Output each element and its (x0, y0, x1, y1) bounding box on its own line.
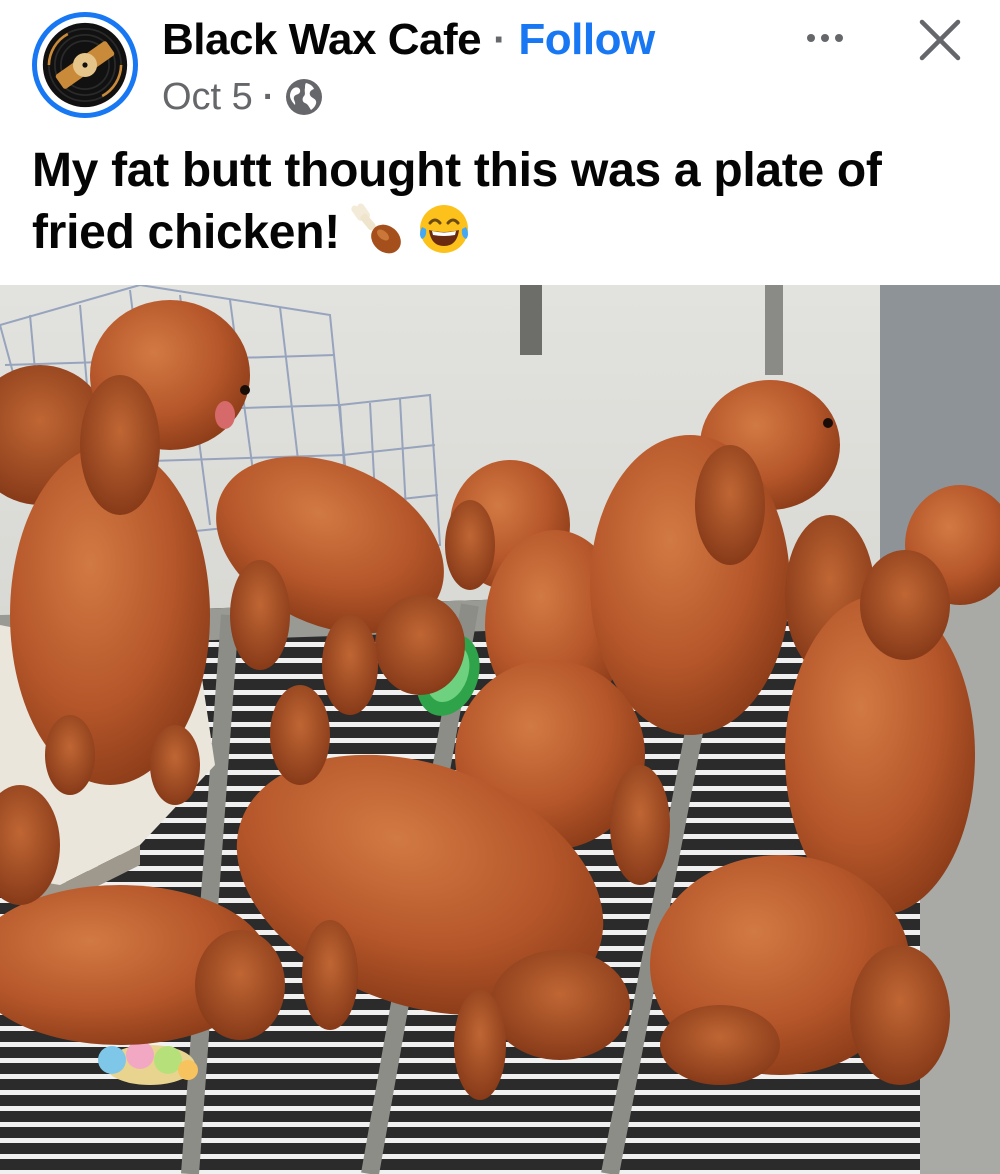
post-meta-row: Oct 5 · (162, 74, 324, 120)
follow-button[interactable]: Follow (518, 15, 655, 65)
post-author-row: Black Wax Cafe · Follow (162, 14, 655, 66)
close-button[interactable] (914, 14, 966, 66)
post-caption: My fat butt thought this was a plate of … (32, 140, 972, 264)
more-options-icon-dot (835, 34, 843, 42)
avatar-logo-frame (37, 17, 133, 113)
close-icon (919, 19, 961, 61)
puppies-photo (0, 285, 1000, 1174)
more-options-icon-dot (821, 34, 829, 42)
poultry-leg-emoji (350, 201, 406, 257)
page-name-link[interactable]: Black Wax Cafe (162, 15, 482, 65)
more-options-button[interactable] (795, 18, 855, 58)
vinyl-record-logo (42, 22, 128, 108)
post-photo[interactable] (0, 285, 1000, 1174)
page-avatar[interactable] (32, 12, 138, 118)
post-date-link[interactable]: Oct 5 (162, 76, 253, 119)
more-options-icon (807, 34, 815, 42)
tears-of-joy-emoji (416, 201, 472, 257)
globe-icon[interactable] (284, 77, 324, 117)
separator-dot: · (493, 17, 507, 62)
separator-dot: · (262, 77, 275, 116)
post-header: Black Wax Cafe · Follow Oct 5 · (0, 0, 1000, 130)
